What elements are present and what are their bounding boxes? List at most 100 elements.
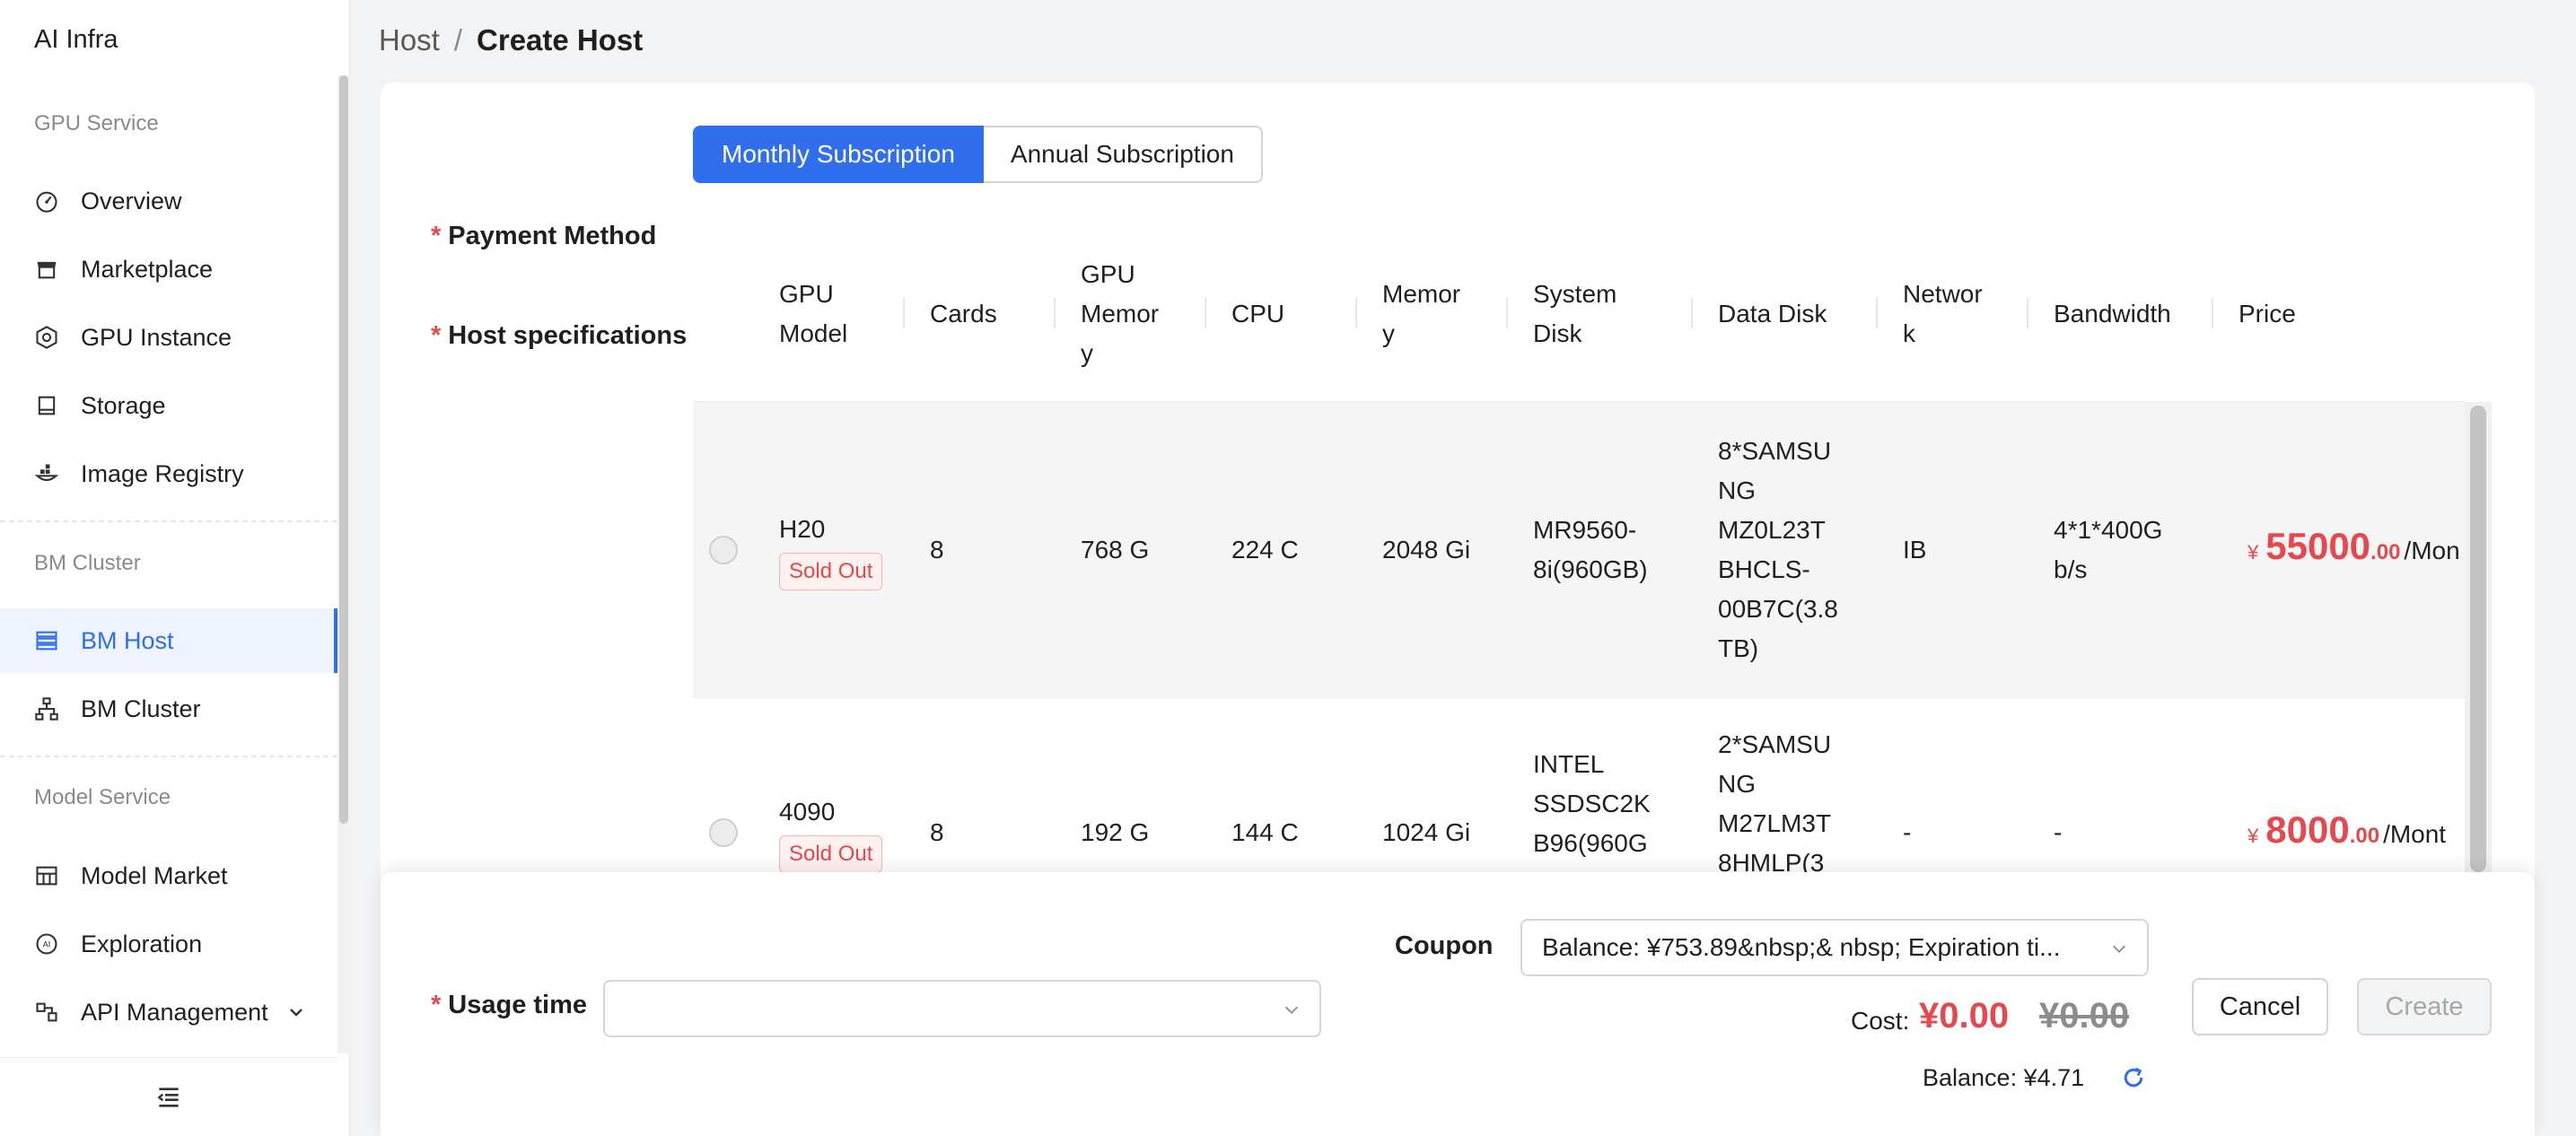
cell-gpu-model: H20 Sold Out	[779, 402, 914, 697]
registry-icon	[34, 464, 59, 482]
cell-network: IB	[1903, 535, 1927, 564]
column-header-bandwidth: Bandwidth	[2054, 300, 2171, 328]
usage-time-label-text: Usage time	[448, 991, 588, 1019]
page-title: Create Host	[477, 23, 644, 57]
required-asterisk: *	[431, 222, 442, 250]
gpu-model-text: 4090	[779, 798, 836, 826]
table-row[interactable]: 4090 Sold Out 8 192 G 144 C 1024 Gi INTE…	[693, 698, 2465, 872]
refresh-icon[interactable]	[2120, 1064, 2147, 1091]
svg-text:AI: AI	[43, 940, 51, 949]
order-footer: * Usage time Coupon Balance: ¥753.89&nbsp…	[381, 872, 2535, 1136]
sidebar-item-gpu-instance[interactable]: GPU Instance	[0, 305, 337, 370]
sidebar-item-label: Image Registry	[81, 459, 244, 487]
sidebar-item-bm-host[interactable]: BM Host	[0, 608, 337, 673]
usage-time-label: * Usage time	[431, 991, 587, 1020]
price-integer: 55000	[2265, 525, 2371, 567]
cancel-button[interactable]: Cancel	[2192, 978, 2328, 1036]
cell-memory: 2048 Gi	[1382, 535, 1471, 564]
column-separator	[903, 298, 905, 328]
coupon-value: Balance: ¥753.89&nbsp;& nbsp; Expiration…	[1542, 933, 2061, 961]
chevron-down-icon	[2109, 939, 2129, 958]
price-integer: 8000	[2265, 808, 2350, 851]
breadcrumb-separator: /	[453, 23, 463, 57]
breadcrumb-host-link[interactable]: Host	[379, 23, 440, 57]
annual-subscription-option[interactable]: Annual Subscription	[983, 126, 1263, 183]
cell-price: ¥55000.00/Mon	[2247, 402, 2465, 697]
column-separator	[2212, 298, 2213, 328]
price-decimal: .00	[2370, 540, 2401, 564]
sidebar-item-marketplace[interactable]: Marketplace	[0, 237, 337, 301]
host-specifications-label-text: Host specifications	[448, 321, 688, 350]
cell-bandwidth: -	[2054, 818, 2063, 846]
price-unit: /Mon	[2404, 537, 2460, 564]
cell-gpu-model: 4090 Sold Out	[779, 698, 914, 872]
chevron-down-icon	[290, 1009, 302, 1017]
column-header-system-disk: System Disk	[1533, 280, 1617, 347]
sidebar-item-storage[interactable]: Storage	[0, 373, 337, 438]
cell-price: ¥8000.00/Mont	[2247, 698, 2465, 872]
sidebar-item-api-management[interactable]: API Management	[0, 980, 337, 1044]
server-list-icon	[36, 631, 57, 651]
cell-bandwidth: 4*1*400G b/s	[2054, 515, 2163, 583]
table-header: GPU Model Cards GPU Memor y CPU Memor y …	[693, 226, 2465, 402]
price-currency: ¥	[2247, 824, 2259, 847]
column-separator	[1355, 298, 1357, 328]
price-currency: ¥	[2247, 541, 2259, 564]
row-select-radio[interactable]	[709, 818, 738, 847]
gpu-model-text: H20	[779, 514, 826, 543]
model-market-icon	[36, 866, 57, 886]
monthly-subscription-option[interactable]: Monthly Subscription	[693, 126, 984, 183]
coupon-select[interactable]: Balance: ¥753.89&nbsp;& nbsp; Expiration…	[1520, 919, 2149, 976]
balance-text: Balance: ¥4.71	[1923, 1064, 2085, 1091]
payment-method-label: * Payment Method	[431, 222, 656, 251]
sidebar-item-label: BM Cluster	[81, 695, 201, 722]
status-badge: Sold Out	[779, 835, 883, 872]
group-label-bm-cluster: BM Cluster	[34, 551, 141, 575]
cell-data-disk: 8*SAMSU NG MZ0L23T BHCLS- 00B7C(3.8 TB)	[1718, 436, 1838, 662]
cluster-icon	[35, 697, 58, 721]
usage-time-select[interactable]	[603, 980, 1321, 1037]
cell-cpu: 224 C	[1231, 535, 1299, 564]
chevron-down-icon	[1284, 1006, 1299, 1014]
sidebar-item-bm-cluster[interactable]: BM Cluster	[0, 677, 337, 741]
cost-value: ¥0.00	[1919, 996, 2010, 1036]
column-header-cards: Cards	[930, 300, 997, 328]
price: ¥55000.00/Mon	[2247, 527, 2465, 572]
sidebar-item-label: Overview	[81, 187, 182, 214]
table-scrollbar-thumb[interactable]	[2470, 406, 2486, 872]
table-row[interactable]: H20 Sold Out 8 768 G 224 C 2048 Gi MR956…	[693, 402, 2465, 698]
column-separator	[1876, 298, 1878, 328]
cell-memory: 1024 Gi	[1382, 818, 1471, 846]
cell-data-disk: 2*SAMSU NG M27LM3T 8HMLP(3	[1718, 730, 1832, 872]
cost-label: Cost:	[1851, 1007, 1910, 1035]
row-select-radio[interactable]	[709, 536, 738, 564]
sidebar-item-image-registry[interactable]: Image Registry	[0, 441, 337, 506]
required-asterisk: *	[431, 991, 442, 1019]
sidebar-item-label: Storage	[81, 391, 166, 419]
column-separator	[1506, 298, 1508, 328]
column-separator	[1205, 298, 1206, 328]
column-header-data-disk: Data Disk	[1718, 300, 1827, 328]
column-separator	[1054, 298, 1056, 328]
cell-system-disk: MR9560- 8i(960GB)	[1533, 515, 1648, 583]
price-unit: /Mont	[2383, 819, 2447, 848]
sidebar-item-label: Exploration	[81, 930, 203, 957]
sidebar-item-label: Marketplace	[81, 255, 214, 283]
chip-icon	[36, 326, 57, 349]
collapse-menu-icon[interactable]	[154, 1083, 183, 1112]
host-spec-table: GPU Model Cards GPU Memor y CPU Memor y …	[693, 226, 2492, 872]
column-header-network: Networ k	[1903, 280, 1983, 347]
create-button[interactable]: Create	[2357, 978, 2492, 1036]
column-separator	[1691, 298, 1693, 328]
sidebar-item-label: BM Host	[81, 626, 174, 654]
sidebar-item-overview[interactable]: Overview	[0, 169, 337, 233]
cell-cpu: 144 C	[1231, 818, 1299, 846]
sidebar-scrollbar-thumb[interactable]	[339, 75, 348, 824]
group-label-gpu-service: GPU Service	[34, 111, 159, 135]
sidebar-item-exploration[interactable]: AI Exploration	[0, 912, 337, 976]
payment-method-toggle: Monthly Subscription Annual Subscription	[693, 126, 1263, 183]
column-header-price: Price	[2239, 300, 2296, 328]
sidebar-item-model-market[interactable]: Model Market	[0, 843, 337, 908]
column-separator	[2027, 298, 2028, 328]
required-asterisk: *	[431, 321, 442, 350]
